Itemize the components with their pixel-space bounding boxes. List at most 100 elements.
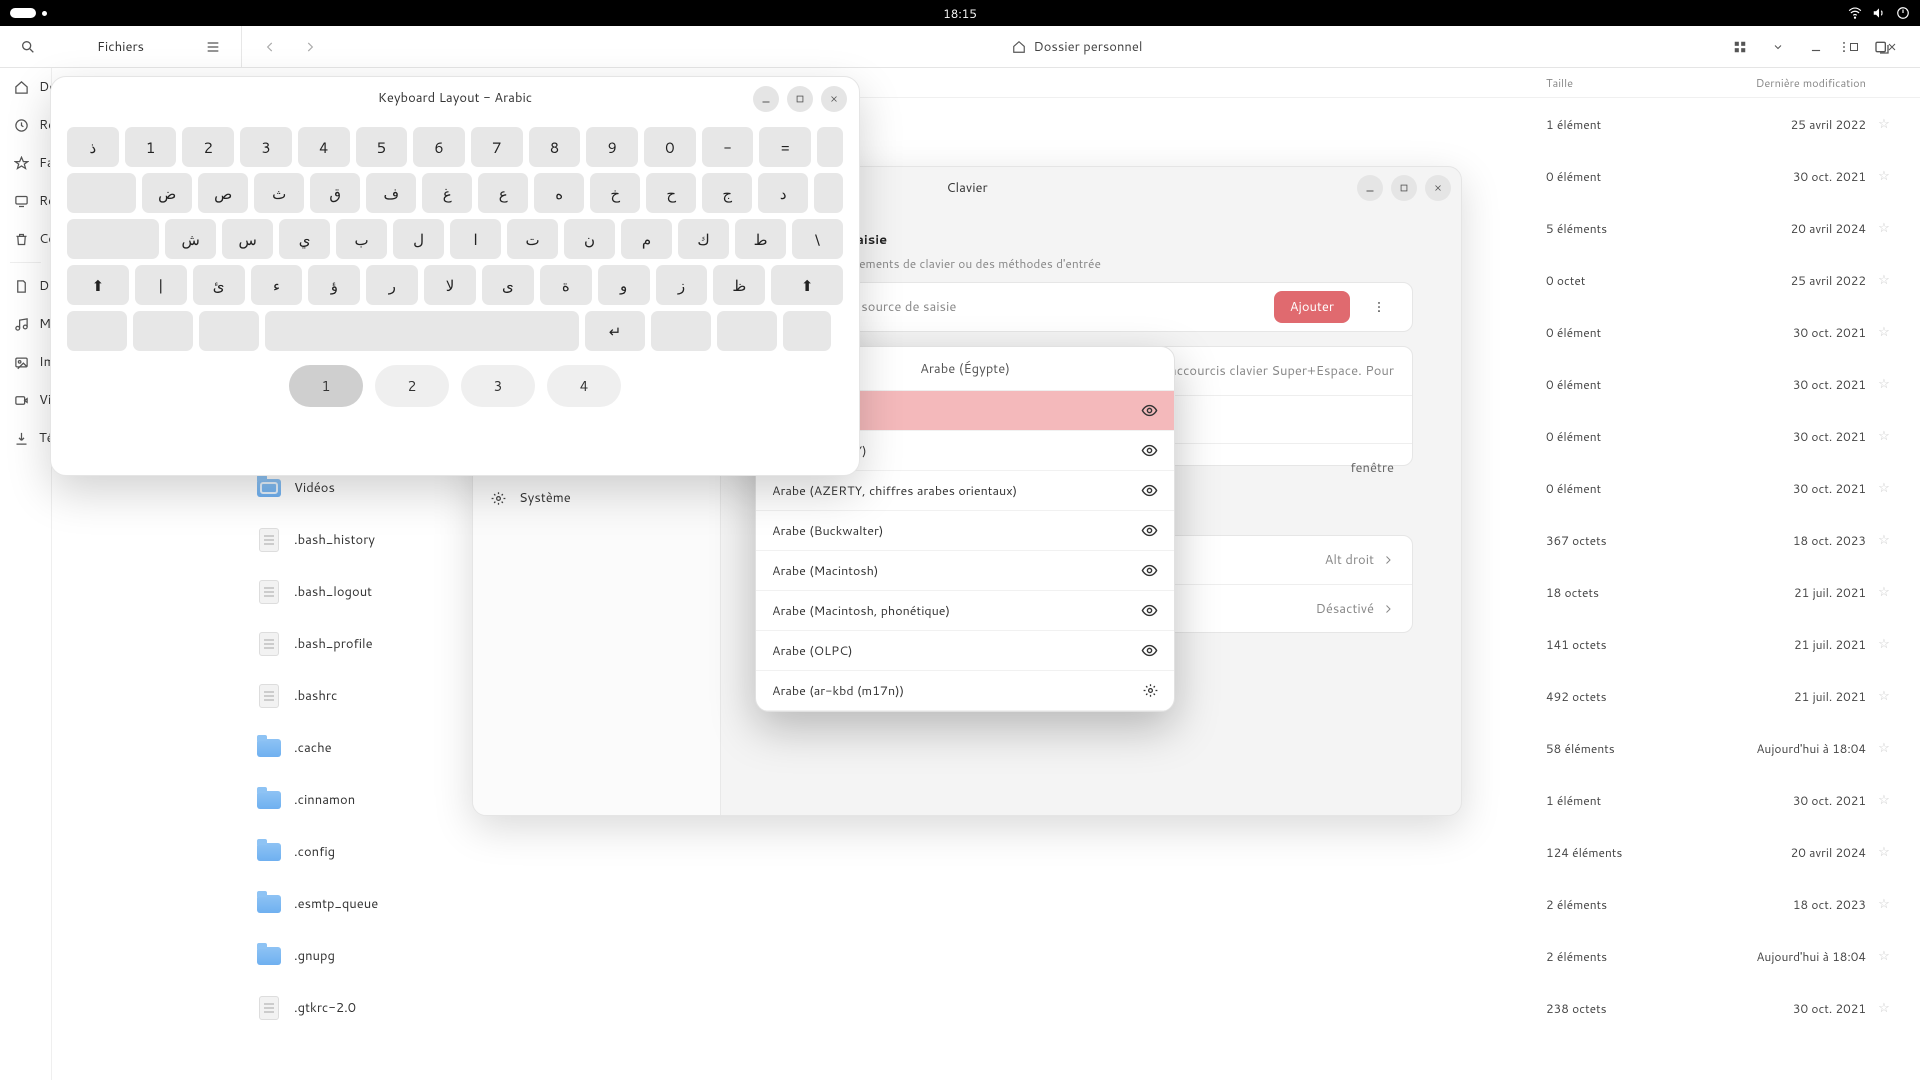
key[interactable]: = <box>759 127 811 167</box>
nav-back-icon[interactable] <box>256 33 284 61</box>
key[interactable]: ئ <box>193 265 245 305</box>
key[interactable]: ⬆ <box>67 265 129 305</box>
kbd-page-button[interactable]: 3 <box>461 365 535 407</box>
key[interactable]: ه <box>534 173 584 213</box>
key[interactable]: 7 <box>471 127 523 167</box>
key[interactable]: ذ <box>67 127 119 167</box>
sidebar-item[interactable]: Récents <box>0 106 51 144</box>
key[interactable]: 5 <box>356 127 408 167</box>
sidebar-item[interactable]: Corbeille <box>0 220 51 258</box>
sidebar-item[interactable]: Images <box>0 343 51 381</box>
kbd-page-button[interactable]: 1 <box>289 365 363 407</box>
kbd-minimize-icon[interactable] <box>753 86 779 112</box>
column-modified[interactable]: Dernière modification <box>1696 75 1866 91</box>
sidebar-item[interactable]: Musique <box>0 305 51 343</box>
key[interactable] <box>67 173 136 213</box>
sidebar-item[interactable]: Documents <box>0 267 51 305</box>
sidebar-item[interactable]: Réseau <box>0 182 51 220</box>
popover-item[interactable]: Arabe (ar-kbd (m17n)) <box>756 671 1174 711</box>
key[interactable] <box>133 311 193 351</box>
eye-icon[interactable] <box>1141 602 1158 619</box>
table-row[interactable]: .gnupg 2 éléments Aujourd'hui à 18:04 ☆ <box>242 930 1920 982</box>
volume-icon[interactable] <box>1872 6 1886 20</box>
key[interactable]: غ <box>422 173 472 213</box>
eye-icon[interactable] <box>1141 482 1158 499</box>
key[interactable]: ظ <box>713 265 765 305</box>
star-icon[interactable]: ☆ <box>1872 115 1896 133</box>
key[interactable]: ف <box>366 173 416 213</box>
star-icon[interactable]: ☆ <box>1872 427 1896 445</box>
key[interactable] <box>817 127 843 167</box>
search-icon[interactable] <box>14 33 42 61</box>
key[interactable]: 2 <box>182 127 234 167</box>
key[interactable]: د <box>758 173 808 213</box>
key[interactable] <box>651 311 711 351</box>
key[interactable]: ب <box>336 219 387 259</box>
key[interactable] <box>67 311 127 351</box>
star-icon[interactable]: ☆ <box>1872 739 1896 757</box>
key[interactable]: 1 <box>125 127 177 167</box>
star-icon[interactable]: ☆ <box>1872 999 1896 1017</box>
key[interactable]: ك <box>678 219 729 259</box>
key[interactable]: ↵ <box>585 311 645 351</box>
key[interactable]: ص <box>198 173 248 213</box>
star-icon[interactable]: ☆ <box>1872 583 1896 601</box>
key[interactable]: ز <box>656 265 708 305</box>
key[interactable]: ر <box>366 265 418 305</box>
kbd-maximize-icon[interactable] <box>787 86 813 112</box>
settings-close-icon[interactable] <box>1425 175 1451 201</box>
popover-item[interactable]: Arabe (Macintosh, phonétique) <box>756 591 1174 631</box>
star-icon[interactable]: ☆ <box>1872 947 1896 965</box>
table-row[interactable]: .gtkrc-2.0 238 octets 30 oct. 2021 ☆ <box>242 982 1920 1034</box>
view-dropdown-icon[interactable] <box>1764 33 1792 61</box>
key[interactable]: ث <box>254 173 304 213</box>
key[interactable] <box>783 311 831 351</box>
key[interactable]: ق <box>310 173 360 213</box>
settings-minimize-icon[interactable] <box>1357 175 1383 201</box>
star-icon[interactable]: ☆ <box>1872 531 1896 549</box>
popover-item[interactable]: Arabe (AZERTY, chiffres arabes orientaux… <box>756 471 1174 511</box>
nav-forward-icon[interactable] <box>296 33 324 61</box>
key[interactable]: ل <box>393 219 444 259</box>
star-icon[interactable]: ☆ <box>1872 687 1896 705</box>
kbd-page-button[interactable]: 4 <box>547 365 621 407</box>
star-icon[interactable]: ☆ <box>1872 479 1896 497</box>
sources-more-icon[interactable] <box>1364 292 1394 322</box>
kbd-close-icon[interactable] <box>821 86 847 112</box>
star-icon[interactable]: ☆ <box>1872 219 1896 237</box>
popover-item[interactable]: Arabe (Buckwalter) <box>756 511 1174 551</box>
breadcrumb[interactable]: Dossier personnel <box>998 32 1157 62</box>
key[interactable]: م <box>621 219 672 259</box>
star-icon[interactable]: ☆ <box>1872 375 1896 393</box>
sidebar-item[interactable]: Vidéos <box>0 381 51 419</box>
eye-icon[interactable] <box>1141 522 1158 539</box>
key[interactable]: لا <box>424 265 476 305</box>
hamburger-icon[interactable] <box>199 33 227 61</box>
star-icon[interactable]: ☆ <box>1872 791 1896 809</box>
key[interactable]: ح <box>646 173 696 213</box>
kbd-page-button[interactable]: 2 <box>375 365 449 407</box>
key[interactable]: 0 <box>644 127 696 167</box>
star-icon[interactable]: ☆ <box>1872 167 1896 185</box>
key[interactable]: ء <box>251 265 303 305</box>
gear-icon[interactable] <box>1143 683 1158 698</box>
star-icon[interactable]: ☆ <box>1872 323 1896 341</box>
key[interactable]: ى <box>482 265 534 305</box>
sidebar-item[interactable]: Favoris <box>0 144 51 182</box>
column-size[interactable]: Taille <box>1546 75 1696 91</box>
key[interactable]: | <box>135 265 187 305</box>
key[interactable] <box>199 311 259 351</box>
key[interactable]: ⬆ <box>771 265 843 305</box>
key[interactable]: \ <box>792 219 843 259</box>
key[interactable]: 9 <box>586 127 638 167</box>
star-icon[interactable]: ☆ <box>1872 895 1896 913</box>
popover-item[interactable]: Arabe (OLPC) <box>756 631 1174 671</box>
activities-pill[interactable] <box>10 8 36 18</box>
key[interactable]: ع <box>478 173 528 213</box>
key[interactable] <box>67 219 159 259</box>
table-row[interactable]: .esmtp_queue 2 éléments 18 oct. 2023 ☆ <box>242 878 1920 930</box>
key[interactable]: 3 <box>240 127 292 167</box>
window-maximize-icon[interactable] <box>1840 33 1868 61</box>
window-minimize-icon[interactable] <box>1802 33 1830 61</box>
sidebar-item[interactable]: Téléchargements <box>0 419 51 457</box>
